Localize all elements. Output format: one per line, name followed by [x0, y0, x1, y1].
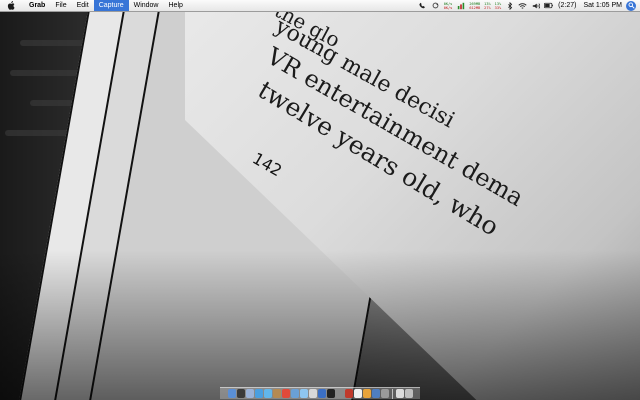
ichat-icon[interactable]	[263, 389, 272, 398]
mail-icon[interactable]	[245, 389, 254, 398]
disk-write-value: 33%	[494, 5, 502, 10]
dock-separator	[391, 389, 393, 399]
memory-free-value: 612MB	[469, 5, 481, 10]
phone-icon[interactable]	[418, 1, 427, 10]
dock	[220, 387, 420, 399]
menu-app-name[interactable]: Grab	[24, 0, 50, 11]
volume-icon[interactable]	[531, 1, 540, 10]
menu-capture[interactable]: Capture	[93, 0, 129, 11]
memory-monitor[interactable]: 269MB 612MB	[469, 2, 480, 10]
blur-text-line	[20, 40, 90, 46]
address-book-icon[interactable]	[272, 389, 281, 398]
system-preferences-icon[interactable]	[335, 389, 344, 398]
preview-icon[interactable]	[308, 389, 317, 398]
battery-time[interactable]: (2:27)	[558, 2, 576, 9]
network-out-value: 0K/s	[443, 5, 453, 10]
safari-icon[interactable]	[254, 389, 263, 398]
battery-icon[interactable]	[544, 1, 554, 10]
disk-monitor[interactable]: 13% 33%	[495, 2, 502, 10]
downloads-stack-icon[interactable]	[395, 389, 404, 398]
monitor-graph-icon[interactable]	[456, 1, 465, 10]
terminal-icon[interactable]	[326, 389, 335, 398]
menu-extras: 0K/s 0K/s 269MB 612MB 13% 27% 13% 33% (2…	[416, 0, 640, 11]
dashboard-icon[interactable]	[236, 389, 245, 398]
apple-menu-icon[interactable]	[6, 1, 16, 11]
menu-edit[interactable]: Edit	[72, 0, 94, 11]
cpu-system-value: 27%	[484, 5, 491, 10]
menu-window[interactable]: Window	[129, 0, 164, 11]
menu-file[interactable]: File	[50, 0, 71, 11]
bluetooth-icon[interactable]	[505, 1, 514, 10]
app-icon-1[interactable]	[344, 389, 353, 398]
app-icon-3[interactable]	[362, 389, 371, 398]
menu-help[interactable]: Help	[164, 0, 188, 11]
sync-icon[interactable]	[431, 1, 440, 10]
wifi-icon[interactable]	[518, 1, 527, 10]
app-icon-2[interactable]	[353, 389, 362, 398]
wallpaper-shadow	[0, 250, 640, 400]
finder-icon[interactable]	[227, 389, 236, 398]
desktop-wallpaper: the glo young male decisi VR entertainme…	[0, 0, 640, 400]
ical-icon[interactable]	[281, 389, 290, 398]
cpu-monitor[interactable]: 13% 27%	[484, 2, 491, 10]
iphoto-icon[interactable]	[290, 389, 299, 398]
quicktime-icon[interactable]	[317, 389, 326, 398]
menu-bar: Grab File Edit Capture Window Help 0K/s …	[0, 0, 640, 12]
network-monitor[interactable]: 0K/s 0K/s	[444, 2, 453, 10]
itunes-icon[interactable]	[299, 389, 308, 398]
spotlight-icon[interactable]	[626, 0, 636, 11]
app-icon-5[interactable]	[380, 389, 389, 398]
trash-icon[interactable]	[404, 389, 413, 398]
app-icon-4[interactable]	[371, 389, 380, 398]
menu-clock[interactable]: Sat 1:05 PM	[583, 2, 622, 9]
